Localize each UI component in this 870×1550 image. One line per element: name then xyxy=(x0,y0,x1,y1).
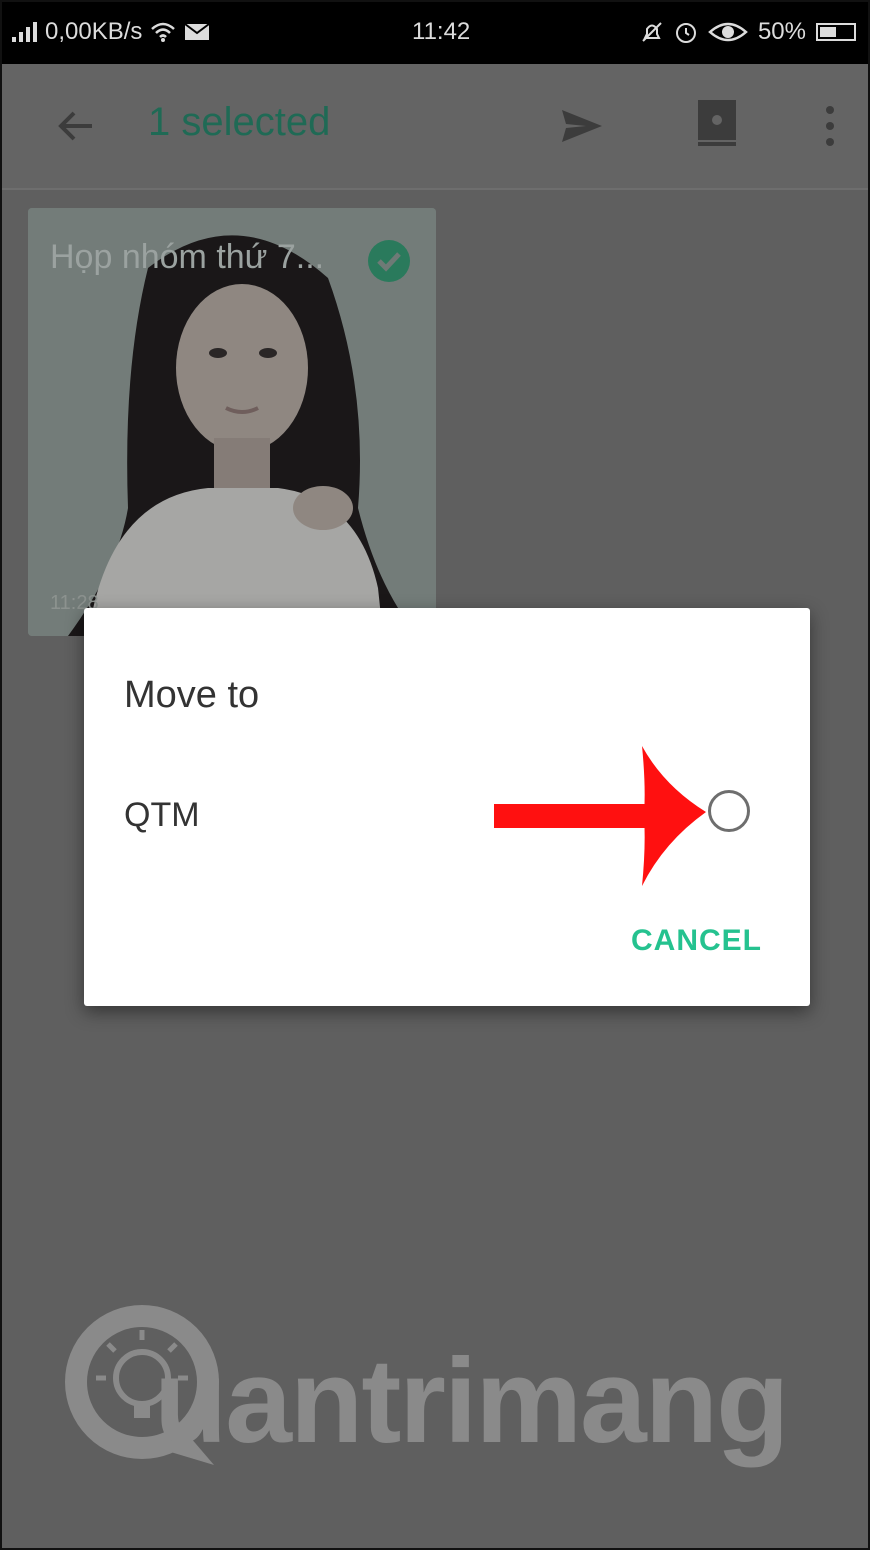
send-icon[interactable] xyxy=(558,102,606,150)
signal-icon xyxy=(12,22,37,42)
battery-icon xyxy=(816,23,856,41)
folder-option-label[interactable]: QTM xyxy=(124,796,200,835)
note-title: Họp nhóm thứ 7... xyxy=(50,238,325,276)
watermark-text: uantrimang xyxy=(154,1334,789,1468)
wifi-icon xyxy=(151,22,176,42)
status-time: 11:42 xyxy=(412,18,471,45)
alarm-icon xyxy=(642,22,662,42)
more-vert-icon[interactable] xyxy=(810,102,850,150)
action-bar: 1 selected xyxy=(2,64,868,190)
status-left: 0,00KB/s xyxy=(12,18,211,46)
dialog-title: Move to xyxy=(124,674,260,716)
archive-icon[interactable] xyxy=(696,98,738,148)
selection-title: 1 selected xyxy=(148,100,331,144)
clock-icon xyxy=(675,23,696,43)
status-right: 50% xyxy=(640,18,856,46)
mail-icon xyxy=(184,23,211,40)
battery-fill xyxy=(820,27,836,37)
selected-check-icon xyxy=(368,240,410,282)
red-arrow-annotation xyxy=(494,746,706,886)
back-arrow-icon[interactable] xyxy=(52,102,100,150)
cancel-button[interactable]: CANCEL xyxy=(631,924,762,958)
status-bar: 0,00KB/s 11:42 50% xyxy=(2,2,868,64)
eye-icon xyxy=(708,22,748,42)
battery-percent: 50% xyxy=(757,18,806,45)
network-speed: 0,00KB/s xyxy=(45,18,143,45)
screen: 0,00KB/s 11:42 50% 1 selected Họp nhóm t… xyxy=(0,0,870,1550)
